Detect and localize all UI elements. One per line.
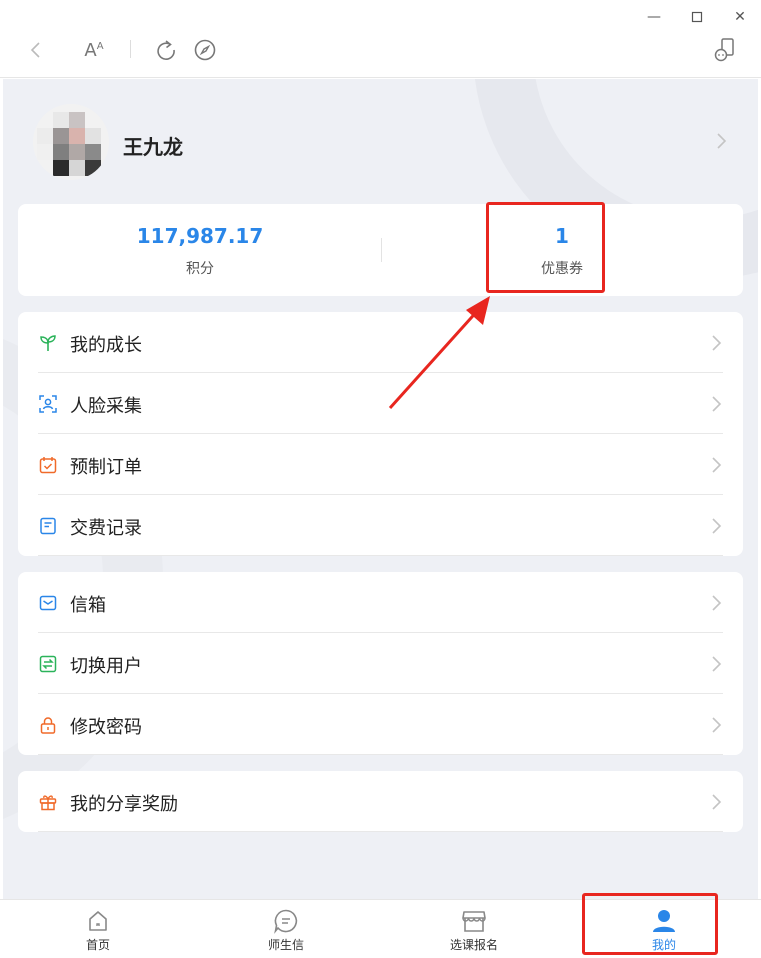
menu-item-label: 预制订单 [70,457,142,478]
minimize-button[interactable]: — [642,6,666,28]
chevron-left-icon [30,42,40,58]
font-size-icon: AA [84,39,104,61]
device-chat-icon [714,38,734,62]
compass-button[interactable] [191,36,219,64]
username: 王九龙 [123,135,183,159]
menu-item-mailbox[interactable]: 信箱 [38,572,723,633]
chevron-right-icon [712,457,722,473]
close-button[interactable]: ✕ [728,6,752,28]
tab-messages[interactable]: 师生信 [226,900,346,958]
menu-item-switch-user[interactable]: 切换用户 [38,633,723,694]
document-icon [38,516,58,536]
chevron-right-icon [712,335,722,351]
my-page: 王九龙 117,987.17 积分 1 优惠券 我的成长 人脸采集 预制订单 交… [3,79,758,899]
points-label: 积分 [186,261,214,277]
face-scan-icon [38,394,58,414]
menu-item-label: 我的分享奖励 [70,794,178,815]
chevron-right-icon [712,396,722,412]
lock-icon [38,715,58,735]
avatar[interactable] [33,104,109,180]
switch-icon [38,654,58,674]
tab-label: 首页 [85,938,110,952]
maximize-icon [691,11,703,23]
stats-divider [381,238,382,262]
points-value[interactable]: 117,987.17 [100,224,300,248]
chevron-right-icon [712,794,722,810]
annotation-arrow-icon [388,296,490,410]
menu-item-label: 人脸采集 [70,396,142,417]
chevron-right-icon [712,656,722,672]
toolbar-divider [130,40,131,58]
tab-label: 选课报名 [449,938,498,952]
chevron-right-icon [712,717,722,733]
stats-card: 117,987.17 积分 1 优惠券 [18,204,743,296]
menu-item-label: 信箱 [70,595,106,616]
tab-highlight-box [582,893,718,955]
menu-item-change-password[interactable]: 修改密码 [38,694,723,755]
menu-item-label: 切换用户 [70,656,142,677]
store-icon [461,908,487,934]
mailbox-icon [38,593,58,613]
menu-item-label: 交费记录 [70,518,142,539]
home-icon [85,908,111,934]
message-icon [273,908,299,934]
title-bar: — ✕ AA [0,0,761,78]
font-size-button[interactable]: AA [80,36,108,64]
menu-item-preorder[interactable]: 预制订单 [38,434,723,495]
calendar-check-icon [38,455,58,475]
profile-chevron-icon[interactable] [715,131,727,155]
back-button[interactable] [22,36,50,64]
gift-icon [38,792,58,812]
more-options-button[interactable] [711,36,739,64]
tab-home[interactable]: 首页 [38,900,158,958]
menu-item-payment-records[interactable]: 交费记录 [38,495,723,556]
sprout-icon [38,333,58,353]
coupon-highlight-box [486,202,605,293]
tab-label: 师生信 [267,938,304,952]
tab-course-enrollment[interactable]: 选课报名 [414,900,534,958]
refresh-button[interactable] [152,36,180,64]
chevron-right-icon [712,595,722,611]
chevron-right-icon [712,518,722,534]
menu-card-settings: 信箱 切换用户 修改密码 [18,572,743,755]
menu-item-share-rewards[interactable]: 我的分享奖励 [38,771,723,832]
menu-item-label: 我的成长 [70,335,142,356]
maximize-button[interactable] [685,6,709,28]
menu-item-label: 修改密码 [70,717,142,738]
compass-icon [194,39,216,61]
refresh-icon [157,40,175,60]
menu-card-share: 我的分享奖励 [18,771,743,832]
